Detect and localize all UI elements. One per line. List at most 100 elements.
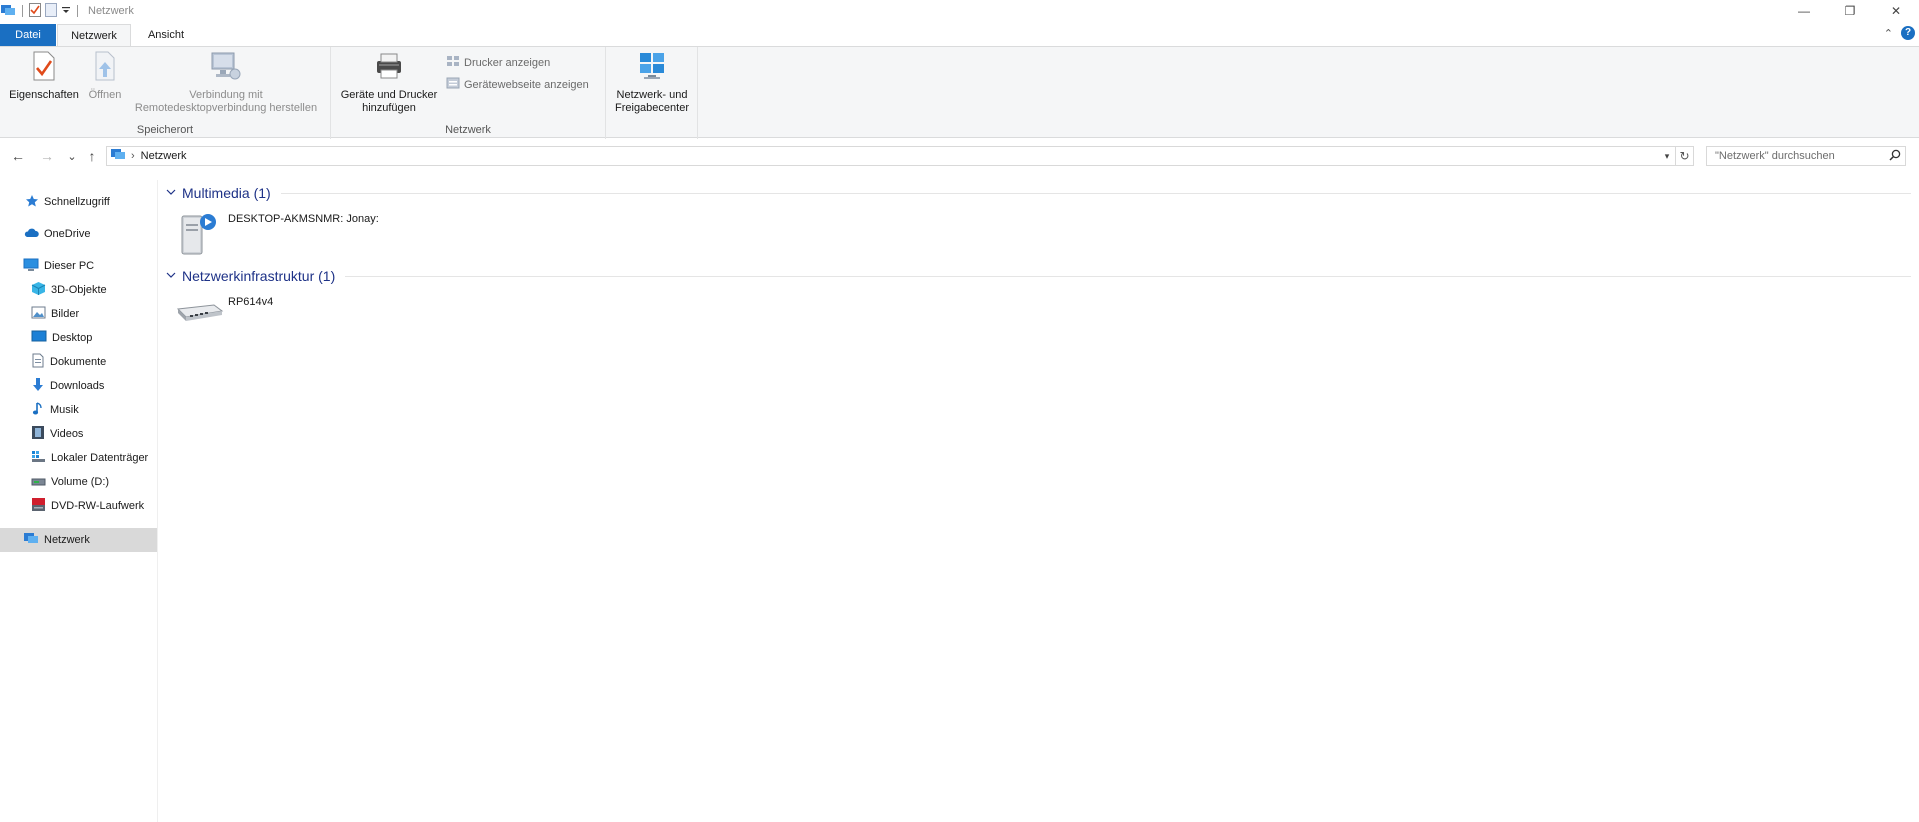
sidebar-item-label: Downloads <box>50 380 105 392</box>
forward-button[interactable]: → <box>37 146 57 166</box>
customize-qat-icon[interactable] <box>61 5 71 18</box>
properties-qat-icon[interactable] <box>29 2 41 20</box>
device-webpage-icon <box>446 77 460 92</box>
sidebar-item-music[interactable]: Musik <box>0 398 157 422</box>
network-device-item[interactable]: DESKTOP-AKMSNMR: Jonay: <box>176 210 379 261</box>
title-bar: Netzwerk — ❐ ✕ <box>0 0 1919 22</box>
separator <box>22 5 23 17</box>
sidebar-item-dvd-drive[interactable]: DVD-RW-Laufwerk <box>0 494 157 518</box>
sidebar-item-pictures[interactable]: Bilder <box>0 302 157 326</box>
ribbon: Eigenschaften Öffnen Verbindung mit Remo… <box>0 46 1919 139</box>
tab-file[interactable]: Datei <box>0 24 56 46</box>
cloud-icon <box>23 227 39 242</box>
group-divider <box>280 192 1911 194</box>
download-arrow-icon <box>31 377 45 395</box>
search-input[interactable] <box>1707 147 1885 165</box>
music-note-icon <box>31 401 45 419</box>
sidebar-item-videos[interactable]: Videos <box>0 422 157 446</box>
sidebar-item-desktop[interactable]: Desktop <box>0 326 157 350</box>
sidebar-item-documents[interactable]: Dokumente <box>0 350 157 374</box>
sidebar-item-downloads[interactable]: Downloads <box>0 374 157 398</box>
sidebar-item-label: Videos <box>50 428 84 440</box>
drive-icon <box>31 474 46 490</box>
group-label-location: Speicherort <box>136 124 194 136</box>
hard-drive-icon <box>31 450 46 466</box>
pictures-icon <box>31 306 46 322</box>
chevron-down-icon[interactable] <box>166 271 176 282</box>
properties-button[interactable]: Eigenschaften <box>6 51 82 102</box>
close-button[interactable]: ✕ <box>1873 0 1919 22</box>
document-icon <box>31 353 45 371</box>
navigation-pane: Schnellzugriff OneDrive Dieser PC 3D-Obj… <box>0 180 158 822</box>
new-folder-qat-icon[interactable] <box>45 2 57 20</box>
sidebar-item-3d-objects[interactable]: 3D-Objekte <box>0 278 157 302</box>
device-webpage-button[interactable]: Gerätewebseite anzeigen <box>446 77 589 92</box>
sidebar-item-label: Schnellzugriff <box>44 196 110 208</box>
tab-view[interactable]: Ansicht <box>140 24 192 46</box>
cube-icon <box>31 281 46 299</box>
sidebar-item-label: 3D-Objekte <box>51 284 107 296</box>
window-controls: — ❐ ✕ <box>1781 0 1919 22</box>
group-header-network-infrastructure[interactable]: Netzwerkinfrastruktur (1) <box>166 268 1911 284</box>
search-box[interactable] <box>1706 146 1906 166</box>
router-icon <box>176 293 224 332</box>
collapse-ribbon-button[interactable]: ⌃ <box>1884 27 1893 40</box>
file-view: Multimedia (1) DESKTOP-AKMSNMR: Jonay: N… <box>158 180 1919 822</box>
tab-network[interactable]: Netzwerk <box>57 24 131 46</box>
ribbon-controls: ⌃ ? <box>1884 26 1919 40</box>
minimize-button[interactable]: — <box>1781 0 1827 22</box>
chevron-down-icon[interactable] <box>166 188 176 199</box>
help-button[interactable]: ? <box>1901 26 1915 40</box>
network-address-icon <box>110 148 126 164</box>
sidebar-item-local-disk[interactable]: Lokaler Datenträger <box>0 446 157 470</box>
add-devices-button[interactable]: Geräte und Drucker hinzufügen <box>337 51 441 115</box>
item-name: RP614v4 <box>228 296 274 308</box>
group-label-network: Netzwerk <box>445 124 491 136</box>
group-divider <box>345 275 1911 277</box>
ribbon-group-sharing-center: Netzwerk- und Freigabecenter <box>606 47 698 139</box>
show-printers-button[interactable]: Drucker anzeigen <box>446 55 550 70</box>
sidebar-item-quick-access[interactable]: Schnellzugriff <box>0 190 157 214</box>
address-dropdown-chevron-icon[interactable]: ▾ <box>1659 147 1675 165</box>
sidebar-item-label: DVD-RW-Laufwerk <box>51 500 145 512</box>
recent-locations-button[interactable]: ⌄ <box>62 146 82 166</box>
sidebar-item-label: Musik <box>50 404 79 416</box>
item-name: DESKTOP-AKMSNMR: Jonay: <box>228 213 379 225</box>
quick-access-toolbar: Netzwerk <box>0 2 134 20</box>
network-device-item[interactable]: RP614v4 <box>176 293 273 332</box>
properties-label: Eigenschaften <box>9 89 79 101</box>
network-sharing-center-button[interactable]: Netzwerk- und Freigabecenter <box>610 51 694 115</box>
restore-button[interactable]: ❐ <box>1827 0 1873 22</box>
sidebar-item-volume-d[interactable]: Volume (D:) <box>0 470 157 494</box>
ribbon-tabs: Datei Netzwerk Ansicht ⌃ ? <box>0 22 1919 46</box>
address-bar[interactable]: › Netzwerk ▾ <box>106 146 1676 166</box>
search-icon[interactable] <box>1889 149 1901 164</box>
breadcrumb-separator[interactable]: › <box>131 150 135 162</box>
open-button[interactable]: Öffnen <box>84 51 126 102</box>
network-center-icon <box>638 51 666 85</box>
sidebar-item-network[interactable]: Netzwerk <box>0 528 157 552</box>
open-label: Öffnen <box>88 89 122 101</box>
remote-desktop-label-2: Remotedesktopverbindung herstellen <box>134 102 318 114</box>
sidebar-item-label: Desktop <box>52 332 93 344</box>
network-center-label-1: Netzwerk- und <box>616 89 688 101</box>
remote-desktop-label-1: Verbindung mit <box>189 89 263 101</box>
computer-icon <box>23 258 39 275</box>
separator <box>77 5 78 17</box>
remote-desktop-icon <box>210 51 242 85</box>
device-webpage-label: Gerätewebseite anzeigen <box>464 78 589 91</box>
up-button[interactable]: ↑ <box>82 146 102 166</box>
group-title: Netzwerkinfrastruktur (1) <box>182 268 336 284</box>
group-header-multimedia[interactable]: Multimedia (1) <box>166 185 1911 201</box>
navigation-bar: ← → ⌄ ↑ › Netzwerk ▾ ↻ <box>0 142 1919 170</box>
remote-desktop-button[interactable]: Verbindung mit Remotedesktopverbindung h… <box>126 51 326 115</box>
add-devices-label-1: Geräte und Drucker <box>340 89 438 101</box>
sidebar-item-label: Netzwerk <box>44 534 90 546</box>
back-button[interactable]: ← <box>8 146 28 166</box>
breadcrumb-network[interactable]: Netzwerk <box>141 150 187 162</box>
media-server-icon <box>176 210 224 261</box>
sidebar-item-this-pc[interactable]: Dieser PC <box>0 254 157 278</box>
refresh-button[interactable]: ↻ <box>1676 146 1694 166</box>
sidebar-item-onedrive[interactable]: OneDrive <box>0 222 157 246</box>
network-app-icon <box>0 3 16 20</box>
